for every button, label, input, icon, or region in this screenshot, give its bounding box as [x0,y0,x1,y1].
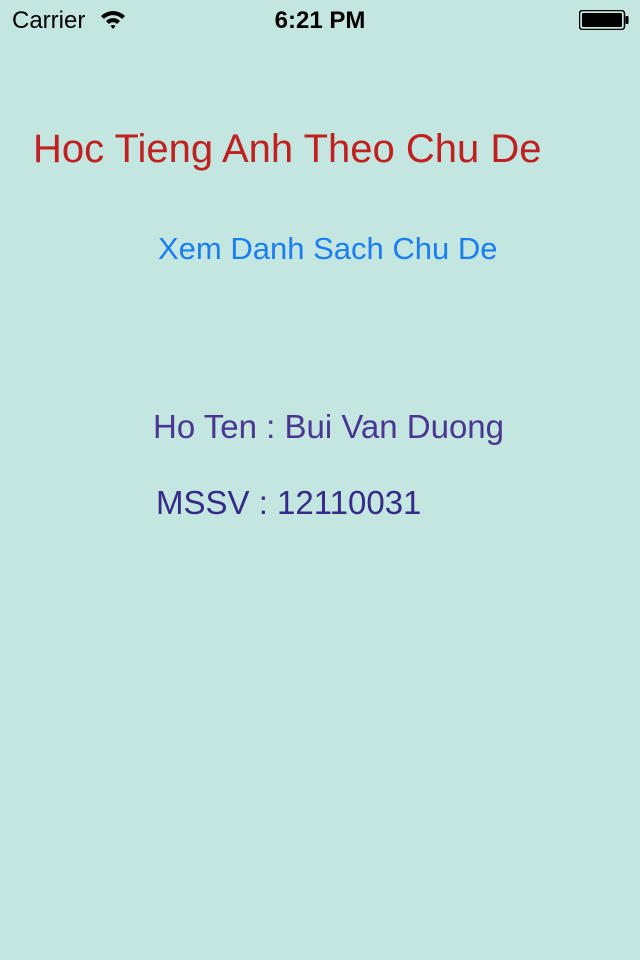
student-name-label: Ho Ten : Bui Van Duong [153,408,505,445]
status-bar: Carrier 6:21 PM [0,0,640,40]
app-title: Hoc Tieng Anh Theo Chu De [33,127,542,171]
battery-icon [578,9,629,31]
student-id-label: MSSV : 12110031 [156,484,422,521]
clock-time: 6:21 PM [274,7,366,34]
view-topic-list-button[interactable]: Xem Danh Sach Chu De [158,229,497,269]
